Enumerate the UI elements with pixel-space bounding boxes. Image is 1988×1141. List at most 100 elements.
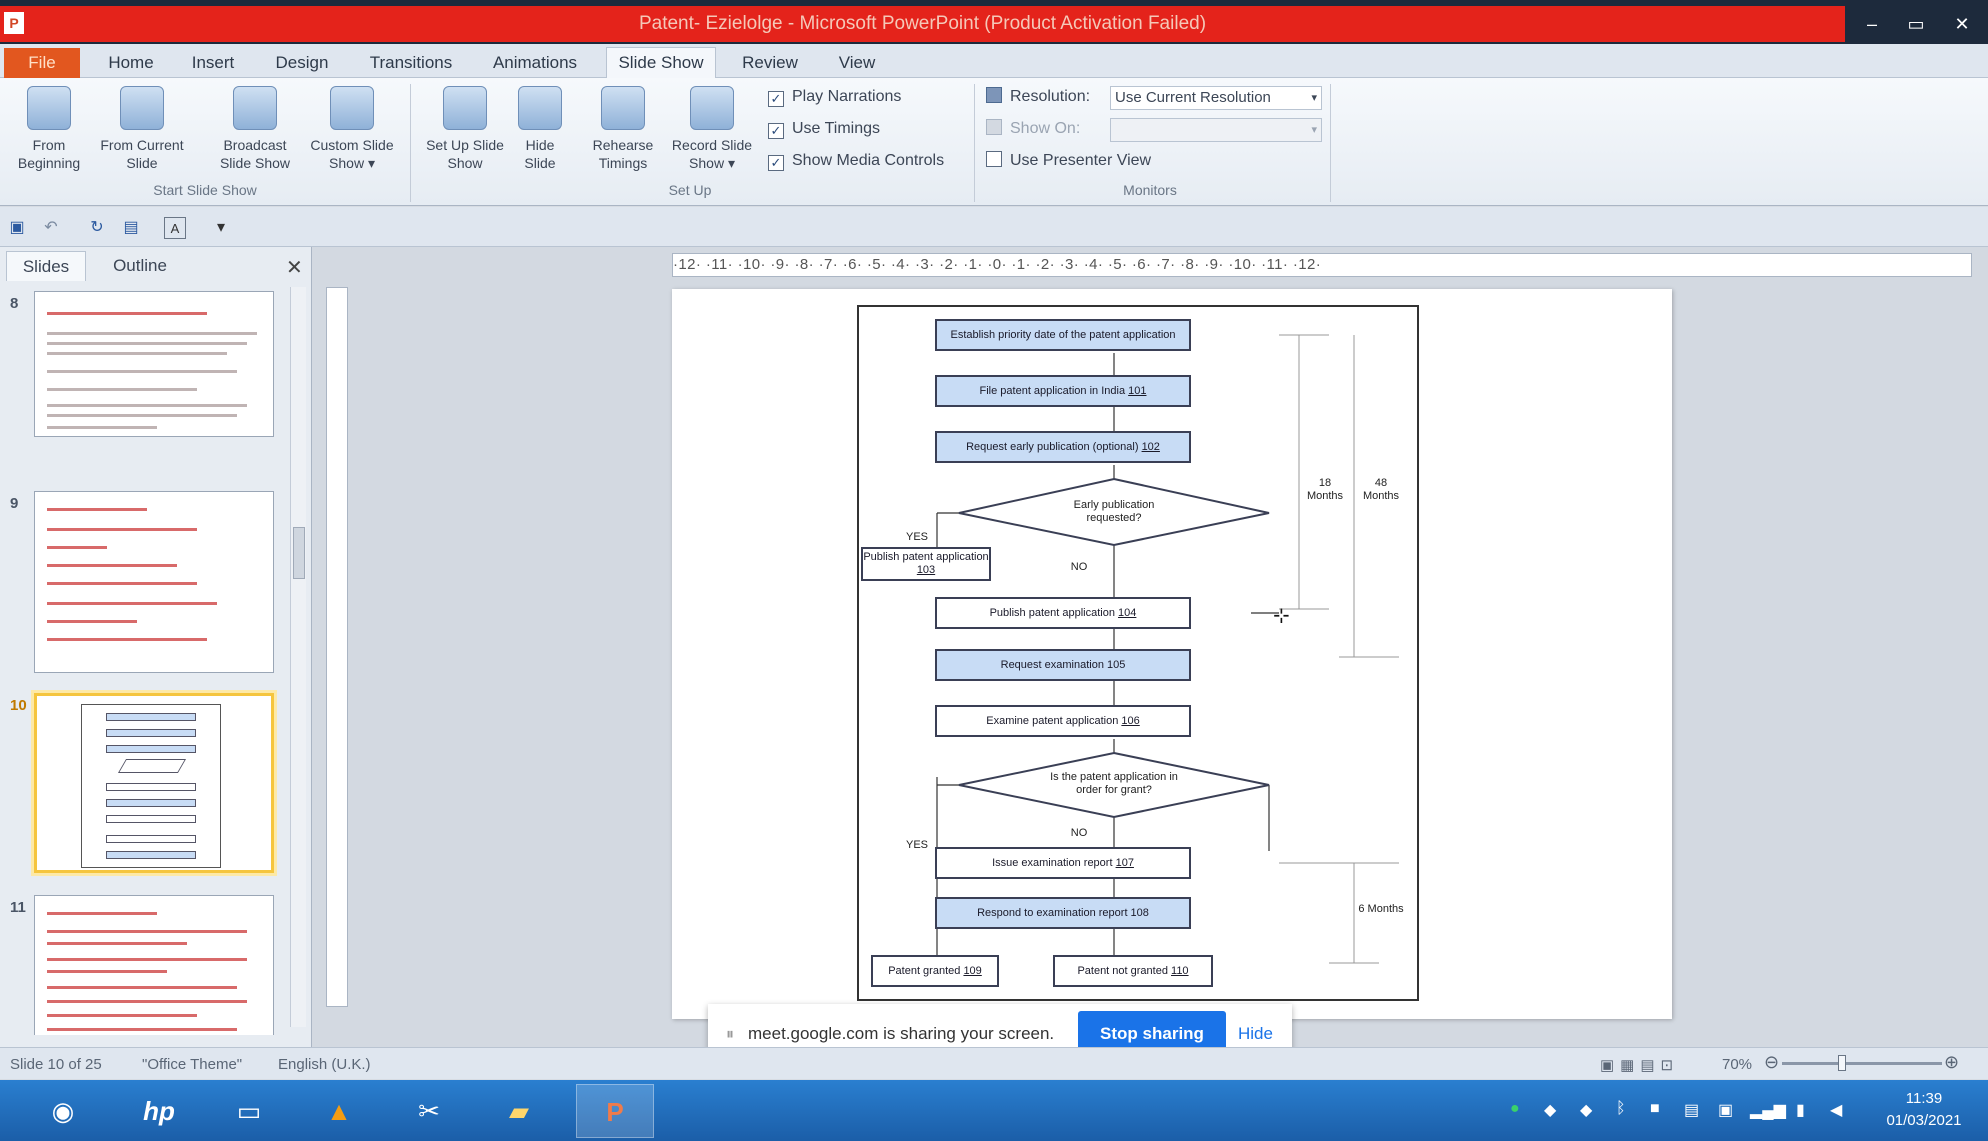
thumb-box bbox=[106, 713, 196, 721]
label-yes: YES bbox=[905, 531, 928, 543]
slide-thumbnail-9[interactable] bbox=[34, 491, 274, 673]
tab-file[interactable]: File bbox=[4, 48, 80, 78]
hide-sharing-bar-link[interactable]: Hide bbox=[1238, 1024, 1273, 1044]
patent-process-flowchart[interactable]: Establish priority date of the patent ap… bbox=[857, 305, 1419, 1001]
text-box-icon[interactable]: A bbox=[164, 217, 186, 239]
thumb-line bbox=[47, 958, 247, 961]
flow-step-patent-not-granted[interactable]: Patent not granted 110 bbox=[1053, 955, 1213, 987]
from-beginning-button[interactable]: From Beginning bbox=[6, 86, 92, 172]
flow-step-publish-application[interactable]: Publish patent application 104 bbox=[935, 597, 1191, 629]
use-timings-checkbox[interactable]: ✓ Use Timings bbox=[768, 118, 880, 140]
slide-thumbnail-11[interactable] bbox=[34, 895, 274, 1035]
bluetooth-icon[interactable]: ᛒ bbox=[1616, 1100, 1626, 1118]
volume-icon[interactable]: ◀ bbox=[1830, 1100, 1842, 1120]
zoom-in-icon[interactable]: ⊕ bbox=[1944, 1052, 1959, 1073]
flow-step-request-early-publication[interactable]: Request early publication (optional) 102 bbox=[935, 431, 1191, 463]
record-slide-show-button[interactable]: Record Slide Show ▾ bbox=[664, 86, 760, 172]
flow-step-request-examination[interactable]: Request examination 105 bbox=[935, 649, 1191, 681]
view-buttons[interactable]: ▣▦▤⊡ bbox=[1600, 1056, 1679, 1074]
powerpoint-taskbar-icon[interactable]: P bbox=[576, 1084, 654, 1138]
show-on-dropdown[interactable]: ▾ bbox=[1110, 118, 1322, 142]
tab-review[interactable]: Review bbox=[730, 50, 810, 76]
folder-icon[interactable]: ▰ bbox=[480, 1084, 558, 1138]
tray-icon[interactable]: ▣ bbox=[1718, 1100, 1733, 1120]
broadcast-slide-show-button[interactable]: Broadcast Slide Show bbox=[212, 86, 298, 172]
save-icon[interactable]: ▣ bbox=[6, 217, 28, 239]
use-presenter-view-checkbox[interactable]: Use Presenter View bbox=[986, 150, 1151, 172]
tab-outline[interactable]: Outline bbox=[90, 251, 190, 281]
vlc-icon[interactable]: ▲ bbox=[300, 1084, 378, 1138]
current-slide[interactable]: Establish priority date of the patent ap… bbox=[672, 289, 1672, 1019]
setup-show-label: Set Up Slide Show bbox=[426, 137, 504, 171]
flow-step-examine-application[interactable]: Examine patent application 106 bbox=[935, 705, 1191, 737]
zoom-slider-knob[interactable] bbox=[1838, 1055, 1846, 1071]
flow-step-publish-left[interactable]: Publish patent application 103 bbox=[861, 547, 991, 581]
zoom-level[interactable]: 70% bbox=[1722, 1056, 1752, 1073]
flow-step-respond-report[interactable]: Respond to examination report 108 bbox=[935, 897, 1191, 929]
tab-slide-show[interactable]: Slide Show bbox=[606, 47, 716, 79]
clock-date: 01/03/2021 bbox=[1886, 1112, 1962, 1129]
snipping-tool-icon[interactable]: ✂ bbox=[390, 1084, 468, 1138]
thumb-line bbox=[47, 312, 207, 315]
tab-animations[interactable]: Animations bbox=[480, 50, 590, 76]
zoom-out-icon[interactable]: ⊖ bbox=[1764, 1052, 1779, 1073]
flow-step-ref: 106 bbox=[1121, 715, 1140, 727]
tab-slides[interactable]: Slides bbox=[6, 251, 86, 281]
set-up-slide-show-button[interactable]: Set Up Slide Show bbox=[420, 86, 510, 172]
customize-toolbar-icon[interactable]: ▾ bbox=[210, 217, 232, 239]
slide-editing-area: ·12· ·11· ·10· ·9· ·8· ·7· ·6· ·5· ·4· ·… bbox=[312, 247, 1988, 1047]
tray-icon[interactable]: ◆ bbox=[1580, 1100, 1592, 1120]
from-current-label: From Current Slide bbox=[100, 137, 184, 171]
tab-design[interactable]: Design bbox=[262, 50, 342, 76]
show-media-controls-checkbox[interactable]: ✓ Show Media Controls bbox=[768, 150, 944, 172]
tray-icon[interactable]: ◆ bbox=[1544, 1100, 1556, 1120]
from-current-slide-button[interactable]: From Current Slide bbox=[94, 86, 190, 172]
tray-status-icon[interactable]: ● bbox=[1510, 1100, 1520, 1118]
undo-icon[interactable]: ↶ bbox=[40, 217, 62, 239]
zoom-slider[interactable] bbox=[1782, 1055, 1942, 1071]
resolution-label: Resolution: bbox=[986, 86, 1090, 108]
flow-step-priority-date[interactable]: Establish priority date of the patent ap… bbox=[935, 319, 1191, 351]
slide-number: 8 bbox=[10, 295, 19, 312]
system-clock[interactable]: 11:39 01/03/2021 bbox=[1872, 1088, 1976, 1132]
thumb-line bbox=[47, 942, 187, 945]
redo-icon[interactable]: ↻ bbox=[86, 217, 108, 239]
battery-icon[interactable]: ▮ bbox=[1796, 1100, 1805, 1120]
tray-icon[interactable]: ■ bbox=[1650, 1100, 1660, 1118]
ribbon-tabs: File Home Insert Design Transitions Anim… bbox=[0, 44, 1988, 79]
minimize-button[interactable]: – bbox=[1850, 6, 1894, 42]
tab-view[interactable]: View bbox=[822, 50, 892, 76]
hide-slide-button[interactable]: Hide Slide bbox=[512, 86, 568, 172]
flow-step-ref: 103 bbox=[916, 564, 936, 576]
sharing-message: meet.google.com is sharing your screen. bbox=[748, 1024, 1055, 1043]
new-slide-icon[interactable]: ▤ bbox=[120, 217, 142, 239]
language-indicator[interactable]: English (U.K.) bbox=[278, 1056, 371, 1073]
drag-handle-icon[interactable]: ⏸ bbox=[726, 1026, 734, 1044]
maximize-button[interactable]: ▭ bbox=[1894, 6, 1938, 42]
tray-icon[interactable]: ▤ bbox=[1684, 1100, 1699, 1120]
tab-home[interactable]: Home bbox=[96, 50, 166, 76]
close-button[interactable]: ✕ bbox=[1940, 6, 1984, 42]
resolution-dropdown[interactable]: Use Current Resolution ▾ bbox=[1110, 86, 1322, 110]
slide-thumbnail-10-selected[interactable] bbox=[34, 693, 274, 873]
tab-insert[interactable]: Insert bbox=[178, 50, 248, 76]
tab-transitions[interactable]: Transitions bbox=[356, 50, 466, 76]
flow-step-issue-report[interactable]: Issue examination report 107 bbox=[935, 847, 1191, 879]
close-panel-icon[interactable]: ✕ bbox=[286, 255, 303, 280]
flow-step-patent-granted[interactable]: Patent granted 109 bbox=[871, 955, 999, 987]
custom-slide-show-button[interactable]: Custom Slide Show ▾ bbox=[304, 86, 400, 172]
network-icon[interactable]: ▂▄▆ bbox=[1750, 1100, 1786, 1120]
chrome-icon[interactable]: ◉ bbox=[24, 1084, 102, 1138]
hp-icon[interactable]: hp bbox=[120, 1084, 198, 1138]
slides-scrollbar[interactable] bbox=[290, 287, 306, 1027]
file-explorer-icon[interactable]: ▭ bbox=[210, 1084, 288, 1138]
play-narrations-checkbox[interactable]: ✓ Play Narrations bbox=[768, 86, 901, 108]
broadcast-icon bbox=[233, 86, 277, 130]
checkbox-checked-icon: ✓ bbox=[768, 155, 784, 171]
status-bar: Slide 10 of 25 "Office Theme" English (U… bbox=[0, 1047, 1988, 1079]
monitor-icon bbox=[986, 87, 1002, 103]
flow-step-file-application[interactable]: File patent application in India 101 bbox=[935, 375, 1191, 407]
scrollbar-thumb[interactable] bbox=[293, 527, 305, 579]
rehearse-timings-button[interactable]: Rehearse Timings bbox=[582, 86, 664, 172]
slide-thumbnail-8[interactable] bbox=[34, 291, 274, 437]
